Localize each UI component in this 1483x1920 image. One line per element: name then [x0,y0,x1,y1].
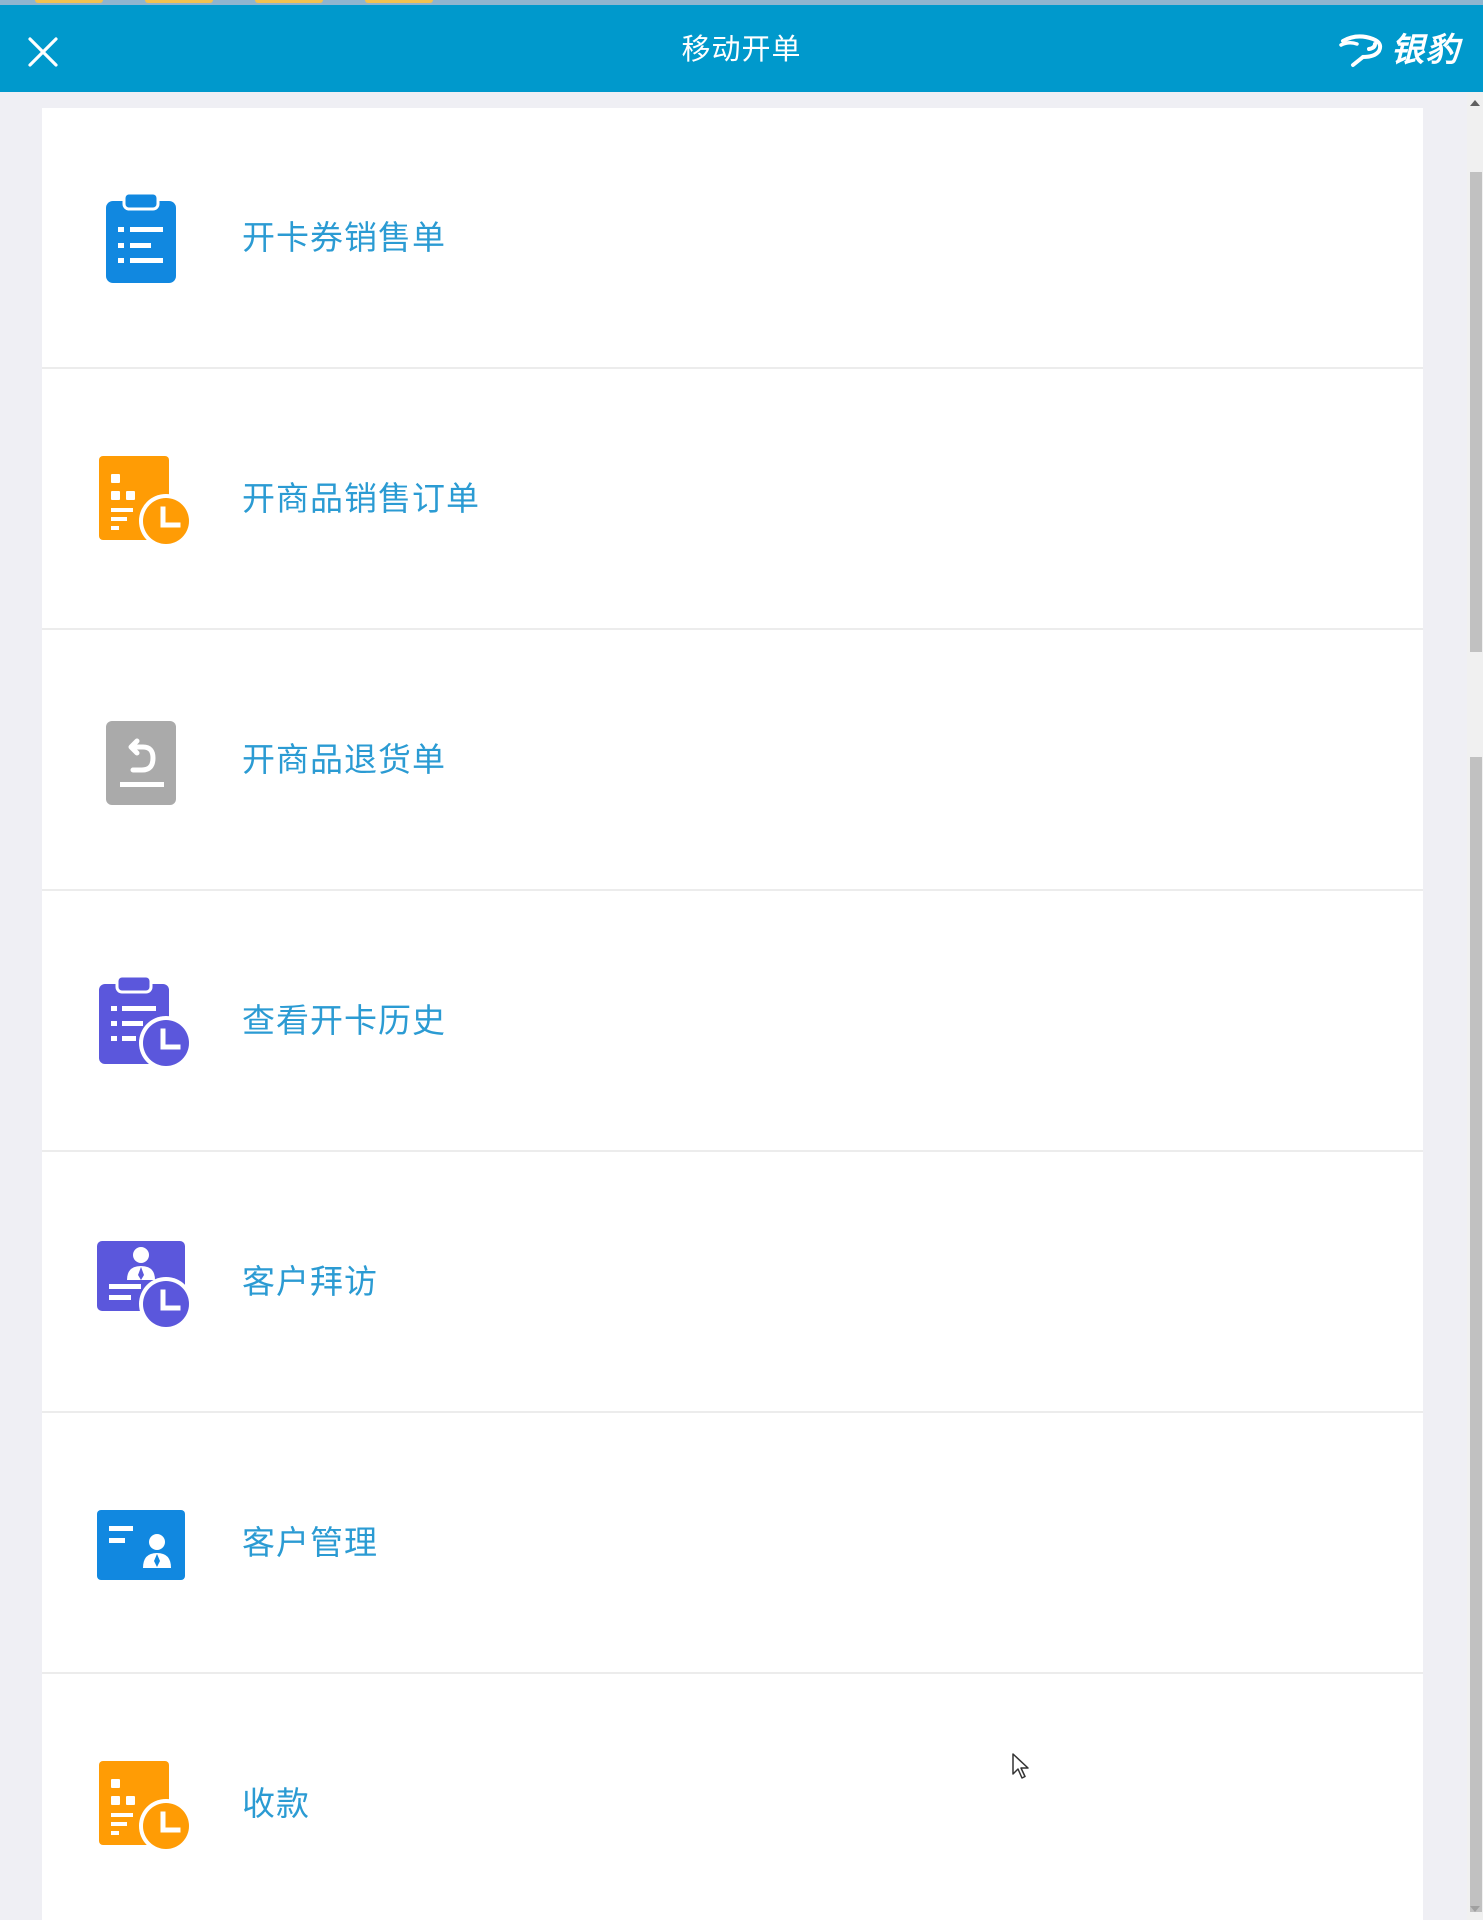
menu-item-sales-order[interactable]: 开商品销售订单 [42,369,1423,630]
customer-card-icon [97,1498,192,1593]
return-document-icon [97,715,192,810]
menu-item-label: 客户拜访 [242,1262,378,1301]
menu-item-customer-management[interactable]: 客户管理 [42,1413,1423,1674]
leopard-logo-icon [1339,34,1383,67]
vertical-scrollbar[interactable] [1467,92,1483,1920]
menu-item-label: 收款 [242,1784,310,1823]
page-title: 移动开单 [681,32,802,66]
brand-name: 银豹 [1391,30,1461,69]
menu-list: 开卡券销售单 开商品销售订单 开商品退货单 查看开卡历史 客户拜访 客户管理 收… [42,108,1423,1920]
scroll-thumb[interactable] [1470,1447,1482,1912]
browser-tab[interactable] [145,0,213,3]
menu-item-payment[interactable]: 收款 [42,1674,1423,1920]
order-clock-icon [97,454,192,549]
menu-item-card-sales[interactable]: 开卡券销售单 [42,108,1423,369]
browser-tab[interactable] [255,0,323,3]
menu-item-label: 开卡券销售单 [242,218,446,257]
clipboard-list-icon [97,193,192,288]
scroll-thumb[interactable] [1470,757,1482,1452]
scroll-down-arrow-icon[interactable] [1470,1906,1480,1912]
menu-item-label: 查看开卡历史 [242,1001,446,1040]
menu-item-label: 客户管理 [242,1523,378,1562]
app-window: 移动开单 银豹 开卡券销售单 开商品销售订单 开商品退货单 查看开卡历史 客户拜… [0,0,1483,1920]
clipboard-clock-icon [97,976,192,1071]
browser-tab[interactable] [35,0,103,3]
header-bar: 移动开单 银豹 [0,5,1483,92]
menu-item-label: 开商品退货单 [242,740,446,779]
payment-clock-icon [97,1759,192,1854]
menu-item-label: 开商品销售订单 [242,479,480,518]
brand-logo: 银豹 [1339,29,1461,71]
browser-tab[interactable] [365,0,433,3]
menu-item-return-order[interactable]: 开商品退货单 [42,630,1423,891]
scroll-thumb[interactable] [1470,172,1482,652]
menu-item-customer-visit[interactable]: 客户拜访 [42,1152,1423,1413]
visit-clock-icon [97,1237,192,1332]
scroll-up-arrow-icon[interactable] [1470,100,1480,106]
menu-item-card-history[interactable]: 查看开卡历史 [42,891,1423,1152]
